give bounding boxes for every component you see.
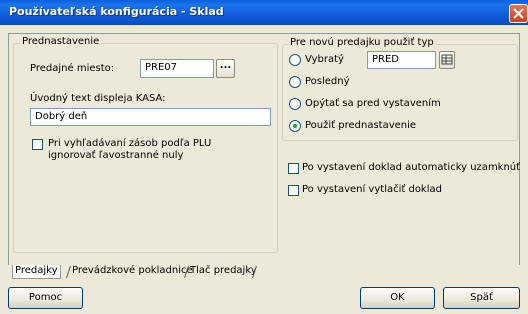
tab-panel: Prednastavenie Predajné miesto: PRE07 ..… (8, 33, 520, 265)
sales-place-input[interactable]: PRE07 (140, 59, 214, 78)
radio-use-preset[interactable] (289, 120, 301, 132)
close-icon (513, 8, 524, 19)
grid-icon (441, 54, 453, 65)
plu-checkbox-label-line1: Pri vyhľadávaní zásob podľa PLU (48, 138, 212, 149)
display-text-input[interactable]: Dobrý deň (30, 108, 271, 126)
back-button[interactable]: Späť (443, 287, 520, 309)
sale-type-group: Pre novú predajku použiť typ Vybratý PRE… (282, 37, 518, 141)
tab-tlac-predajky[interactable]: Tlač predajky (188, 265, 259, 278)
plu-checkbox-label-line2: ignorovať ľavostranné nuly (48, 150, 184, 161)
radio-ask-before-issue[interactable] (289, 98, 301, 110)
tab-predajky[interactable]: Predajky (12, 265, 61, 279)
auto-lock-label: Po vystavení doklad automaticky uzamknúť (302, 162, 521, 173)
sale-type-picker-button[interactable] (439, 51, 455, 69)
help-button[interactable]: Pomoc (8, 287, 83, 309)
radio-use-preset-label: Použiť prednastavenie (305, 120, 417, 131)
ok-button[interactable]: OK (360, 287, 435, 309)
radio-last-type-label: Posledný (305, 76, 350, 87)
sale-type-input[interactable]: PRED (367, 51, 436, 69)
auto-lock-checkbox[interactable] (288, 163, 299, 174)
radio-selected-type[interactable] (289, 54, 301, 66)
window-title: Používateľská konfigurácia - Sklad (9, 5, 224, 18)
close-button[interactable] (509, 4, 528, 23)
radio-last-type[interactable] (289, 76, 301, 88)
tab-prevadzkove-pokladnice[interactable]: Prevádzkové pokladnice (70, 265, 195, 278)
plu-ignore-zeros-checkbox[interactable] (32, 139, 43, 150)
radio-selected-type-label: Vybratý (305, 54, 344, 65)
print-document-checkbox[interactable] (288, 185, 299, 196)
display-text-label: Úvodný text displeja KASA: (30, 93, 166, 104)
title-bar[interactable]: Používateľská konfigurácia - Sklad (0, 0, 528, 25)
print-document-label: Po vystavení vytlačiť doklad (302, 184, 442, 195)
browse-button[interactable]: ... (216, 59, 235, 78)
radio-ask-before-issue-label: Opýtať sa pred vystavením (305, 98, 441, 109)
config-window: Používateľská konfigurácia - Sklad Predn… (0, 0, 528, 314)
sale-type-group-legend: Pre novú predajku použiť typ (288, 37, 436, 48)
sales-place-label: Predajné miesto: (30, 63, 115, 74)
preset-group: Prednastavenie Predajné miesto: PRE07 ..… (13, 36, 278, 253)
preset-group-legend: Prednastavenie (20, 36, 102, 47)
